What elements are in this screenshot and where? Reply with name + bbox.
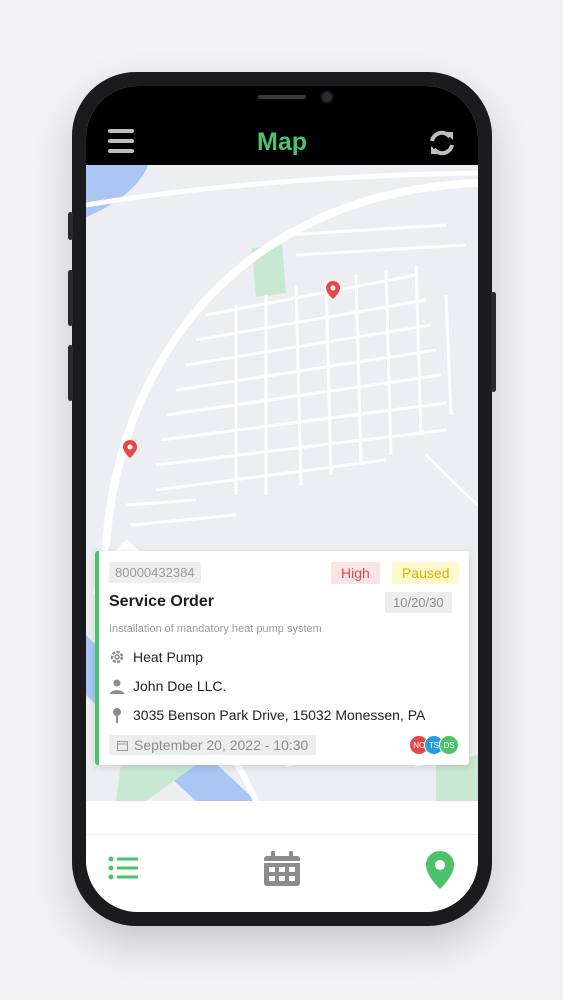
- side-button-mute: [68, 212, 73, 240]
- bottom-nav: [86, 834, 478, 912]
- card-pointer: [115, 539, 139, 551]
- app-bar: Map: [86, 86, 478, 165]
- equipment-row: Heat Pump: [109, 647, 203, 667]
- earpiece-speaker: [258, 95, 306, 99]
- equipment-text: Heat Pump: [133, 649, 204, 665]
- front-camera: [320, 90, 334, 104]
- list-icon[interactable]: [108, 855, 138, 881]
- scheduled-date: September 20, 2022 - 10:30: [109, 735, 317, 755]
- customer-row: John Doe LLC.: [109, 676, 226, 696]
- side-button-power: [491, 292, 496, 392]
- gear-icon: [110, 650, 124, 664]
- map-view[interactable]: 80000432384 High Paused Service Order 10…: [86, 165, 478, 801]
- map-pin-icon[interactable]: [326, 281, 340, 299]
- side-button-volume-up: [68, 270, 73, 326]
- page-title: Map: [257, 128, 307, 156]
- location-pin-icon: [113, 708, 121, 723]
- scheduled-date-text: September 20, 2022 - 10:30: [134, 737, 309, 753]
- address-text: 3035 Benson Park Drive, 15032 Monessen, …: [133, 707, 426, 723]
- order-card[interactable]: 80000432384 High Paused Service Order 10…: [95, 551, 469, 765]
- address-row: 3035 Benson Park Drive, 15032 Monessen, …: [109, 705, 425, 725]
- avatar[interactable]: DS: [439, 735, 459, 755]
- customer-text: John Doe LLC.: [133, 678, 227, 694]
- person-icon: [110, 679, 124, 694]
- due-date: 10/20/30: [385, 592, 452, 613]
- screen: 80000432384 High Paused Service Order 10…: [86, 86, 478, 912]
- order-id: 80000432384: [109, 562, 201, 583]
- refresh-icon[interactable]: [428, 129, 456, 157]
- priority-badge: High: [331, 562, 380, 584]
- map-pin-icon[interactable]: [425, 851, 455, 889]
- order-title: Service Order: [109, 593, 214, 610]
- status-badge: Paused: [392, 562, 460, 584]
- calendar-icon: [117, 740, 128, 751]
- side-button-volume-down: [68, 345, 73, 401]
- calendar-icon[interactable]: [263, 851, 301, 887]
- map-pin-icon[interactable]: [123, 440, 137, 458]
- order-description: Installation of mandatory heat pump syst…: [109, 623, 322, 635]
